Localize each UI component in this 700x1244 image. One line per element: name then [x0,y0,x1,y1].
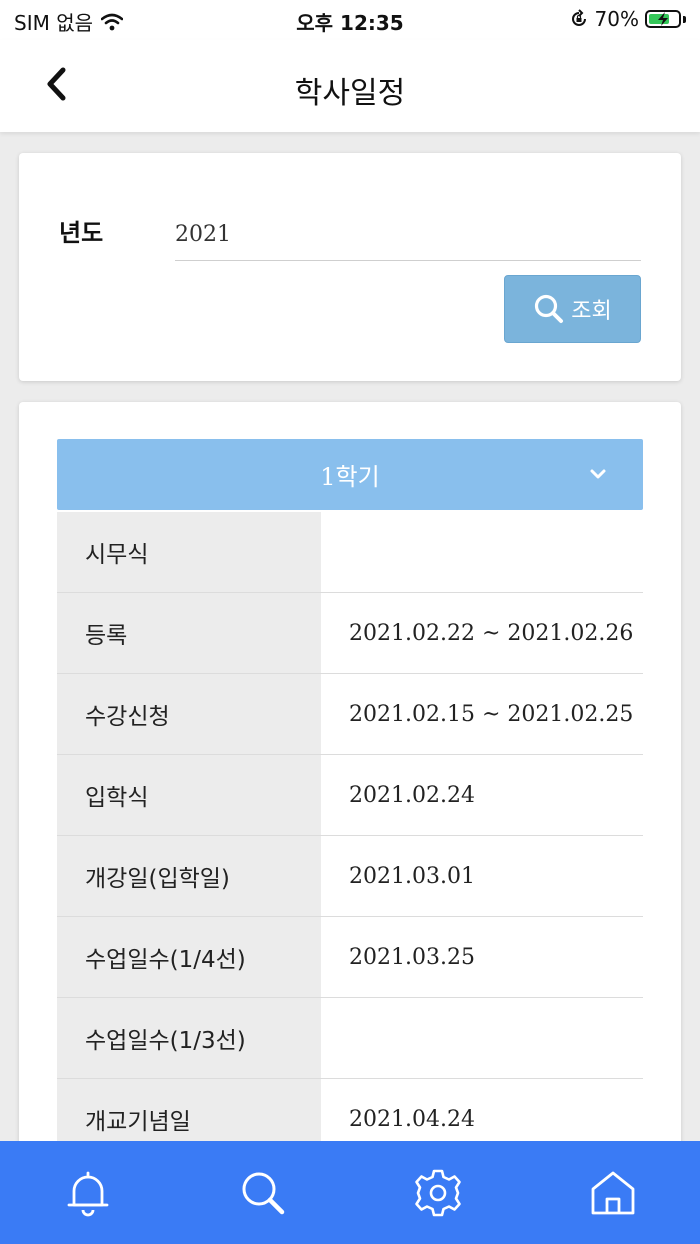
charging-bolt-icon [658,12,668,26]
schedule-row-value: 2021.02.15 ~ 2021.02.25 [349,701,634,727]
schedule-row-value [321,512,643,592]
search-icon [535,294,564,323]
schedule-row-label: 수업일수(1/4선) [57,917,321,997]
orientation-lock-icon [571,9,586,26]
status-right: 70% [569,7,686,31]
schedule-row-label: 입학식 [57,755,321,835]
tab-settings[interactable] [403,1158,473,1228]
schedule-row-label: 시무식 [57,512,321,592]
schedule-row: 수업일수(1/4선) 2021.03.25 [57,917,643,998]
schedule-table: 시무식 등록 2021.02.22 ~ 2021.02.26 수강신청 2021.02.… [57,512,643,1160]
search-button[interactable]: 조회 [504,275,641,343]
schedule-row: 시무식 [57,512,643,593]
year-input[interactable] [175,209,641,261]
schedule-row-value: 2021.03.01 [349,863,475,889]
semester-label: 1학기 [320,463,380,491]
tab-bar [0,1141,700,1244]
schedule-row: 개강일(입학일) 2021.03.01 [57,836,643,917]
schedule-row-label: 수업일수(1/3선) [57,998,321,1078]
search-icon [242,1172,284,1214]
schedule-row: 입학식 2021.02.24 [57,755,643,836]
gear-icon [414,1169,461,1216]
tab-notifications[interactable] [53,1158,123,1228]
battery-icon [645,10,681,28]
schedule-row: 수업일수(1/3선) [57,998,643,1079]
status-bar: SIM 없음 오후 12:35 70% [0,0,700,40]
schedule-row-value: 2021.02.24 [349,782,475,808]
schedule-card: 1학기 시무식 등록 2021.02.22 ~ 2021.02.26 수강신청 2021… [19,402,681,1162]
schedule-row: 등록 2021.02.22 ~ 2021.02.26 [57,593,643,674]
semester-dropdown[interactable]: 1학기 [57,439,643,510]
schedule-row: 수강신청 2021.02.15 ~ 2021.02.25 [57,674,643,755]
battery-percent: 70% [594,7,639,31]
home-icon [591,1171,634,1214]
schedule-row-label: 개강일(입학일) [57,836,321,916]
tab-search[interactable] [228,1158,298,1228]
nav-bar: 학사일정 [0,40,700,132]
schedule-row-value: 2021.02.22 ~ 2021.02.26 [349,620,634,646]
schedule-row-value [321,998,643,1078]
battery-nub [683,15,686,23]
search-card: 년도 조회 [19,153,681,381]
tab-home[interactable] [578,1158,648,1228]
schedule-row-label: 등록 [57,593,321,673]
schedule-row-label: 수강신청 [57,674,321,754]
search-button-label: 조회 [571,299,612,324]
year-label: 년도 [59,219,104,247]
schedule-row-value: 2021.03.25 [349,944,475,970]
page-title: 학사일정 [294,76,406,111]
bell-icon [67,1171,108,1216]
chevron-down-icon [590,469,606,479]
